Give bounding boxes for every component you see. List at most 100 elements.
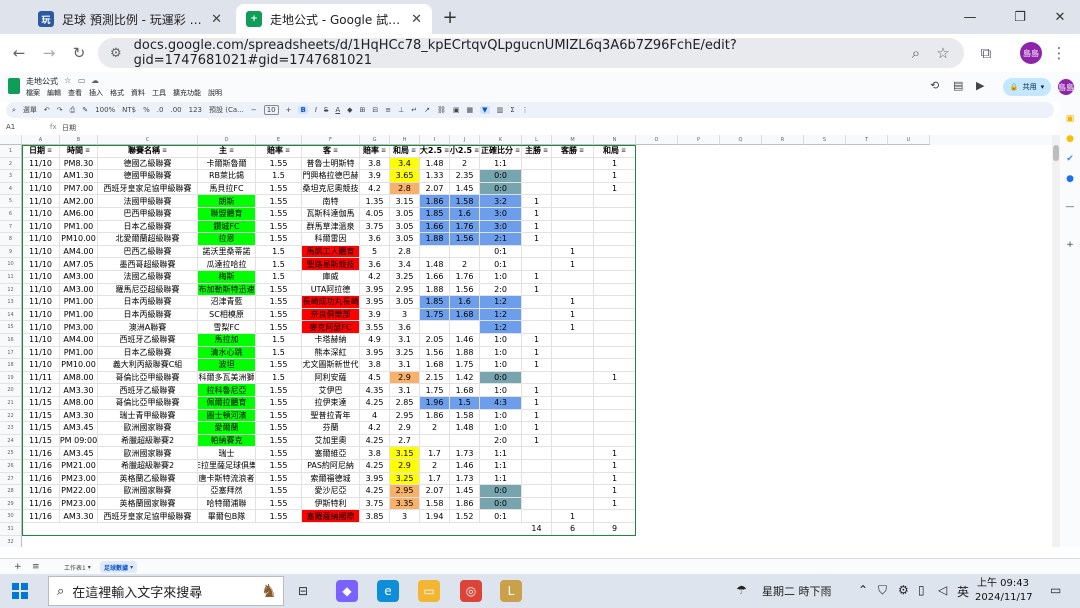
table-cell[interactable]: 4:3 <box>480 397 522 410</box>
table-cell[interactable]: 1 <box>594 497 636 511</box>
row-header[interactable]: 10 <box>0 258 22 271</box>
row-header[interactable]: 13 <box>0 296 22 309</box>
font-size-input[interactable]: 10 <box>263 105 279 115</box>
column-header[interactable]: F <box>302 135 360 145</box>
table-cell[interactable]: 1.88 <box>450 346 480 360</box>
table-cell[interactable]: 1:2 <box>480 308 522 322</box>
table-cell[interactable] <box>522 485 552 498</box>
table-cell[interactable] <box>522 308 552 322</box>
table-cell[interactable]: 1 <box>552 510 594 523</box>
row-header[interactable]: 19 <box>0 371 22 385</box>
table-cell[interactable] <box>594 245 636 259</box>
font-size-increase-button[interactable]: + <box>286 106 292 114</box>
zoom-search-icon[interactable]: ⌕ <box>905 42 927 64</box>
table-cell[interactable]: 1:0 <box>480 409 522 423</box>
table-cell[interactable] <box>594 296 636 309</box>
row-header[interactable]: 17 <box>0 346 22 360</box>
table-cell[interactable]: 門興格拉德巴赫 <box>302 170 360 183</box>
table-cell[interactable] <box>552 157 594 171</box>
table-cell[interactable]: 愛沙尼亞 <box>302 485 360 498</box>
table-cell[interactable]: 1.55 <box>256 397 302 410</box>
table-cell[interactable]: AM4.00 <box>60 245 98 259</box>
table-cell[interactable]: 11/16 <box>22 497 60 511</box>
table-cell[interactable]: PM8.30 <box>60 157 98 171</box>
close-tab-icon[interactable]: ✕ <box>411 12 422 27</box>
table-cell[interactable]: AM3.30 <box>60 384 98 397</box>
table-cell[interactable]: 2.05 <box>420 334 450 347</box>
table-cell[interactable]: 1.7 <box>420 472 450 486</box>
comment-icon[interactable]: ▣ <box>453 106 460 114</box>
table-cell[interactable] <box>522 258 552 271</box>
table-cell[interactable]: 1.55 <box>256 485 302 498</box>
table-cell[interactable]: 1:0 <box>480 384 522 397</box>
table-cell[interactable]: 歐洲國家聯賽 <box>98 422 198 435</box>
table-cell[interactable]: 1.55 <box>256 359 302 372</box>
table-cell[interactable]: 阿利安薩 <box>302 371 360 385</box>
table-cell[interactable]: PM1.00 <box>60 220 98 234</box>
table-cell[interactable]: 桑坦克尼奧競技 <box>302 182 360 196</box>
table-cell[interactable]: 1.55 <box>256 384 302 397</box>
contacts-icon[interactable]: ● <box>1065 174 1075 184</box>
table-cell[interactable]: 墨西哥超級聯賽 <box>98 258 198 271</box>
table-cell[interactable] <box>594 195 636 208</box>
table-cell[interactable]: 11/15 <box>22 397 60 410</box>
table-cell[interactable]: 4.35 <box>360 384 390 397</box>
table-cell[interactable]: 1.42 <box>450 371 480 385</box>
task-view-icon[interactable]: ⊟ <box>292 580 314 602</box>
table-cell[interactable]: PM1.00 <box>60 296 98 309</box>
table-cell[interactable] <box>552 497 594 511</box>
forward-arrow-icon[interactable]: → <box>38 42 60 64</box>
table-cell[interactable] <box>594 409 636 423</box>
row-header[interactable]: 29 <box>0 497 22 511</box>
table-cell[interactable]: 3.05 <box>390 208 420 221</box>
table-cell[interactable]: 1 <box>594 371 636 385</box>
table-cell[interactable]: 3.55 <box>360 321 390 334</box>
table-cell[interactable]: 4.5 <box>360 371 390 385</box>
table-cell[interactable]: 南特 <box>302 195 360 208</box>
table-cell[interactable]: 0:1 <box>480 510 522 523</box>
table-cell[interactable]: 德國乙級聯賽 <box>98 157 198 171</box>
table-cell[interactable]: 1.58 <box>450 409 480 423</box>
share-button[interactable]: 🔒 共用 ▾ <box>1003 78 1051 96</box>
table-cell[interactable]: 3:0 <box>480 220 522 234</box>
table-cell[interactable]: 3 <box>390 308 420 322</box>
table-header-cell[interactable]: 時間 <box>60 145 98 158</box>
table-cell[interactable]: 1 <box>522 195 552 208</box>
table-cell[interactable]: 11/10 <box>22 258 60 271</box>
table-cell[interactable] <box>552 233 594 246</box>
table-cell[interactable]: 日本丙級聯賽 <box>98 308 198 322</box>
profile-avatar[interactable]: 島島 <box>1020 42 1042 64</box>
table-cell[interactable]: 1 <box>552 258 594 271</box>
table-cell[interactable] <box>552 271 594 284</box>
row-header[interactable]: 26 <box>0 460 22 473</box>
table-cell[interactable]: 3.25 <box>390 472 420 486</box>
table-cell[interactable] <box>522 497 552 511</box>
table-cell[interactable]: 1.56 <box>450 283 480 297</box>
table-cell[interactable]: 普魯士明斯特 <box>302 157 360 171</box>
column-header[interactable]: R <box>762 135 804 145</box>
browser-menu-icon[interactable]: ⋮ <box>1048 42 1070 64</box>
row-header[interactable]: 30 <box>0 510 22 523</box>
table-cell[interactable]: 4.2 <box>360 422 390 435</box>
table-cell[interactable]: 馬貝拉FC <box>198 182 256 196</box>
table-cell[interactable]: 1.5 <box>256 334 302 347</box>
table-cell[interactable]: 1:1 <box>480 157 522 171</box>
table-cell[interactable]: 1.73 <box>450 447 480 460</box>
table-cell[interactable] <box>522 460 552 473</box>
table-cell[interactable]: 法國甲級聯賽 <box>98 195 198 208</box>
percent-format-button[interactable]: % <box>143 106 150 114</box>
text-color-button[interactable]: A <box>335 106 340 114</box>
table-cell[interactable]: 11/10 <box>22 182 60 196</box>
table-cell[interactable]: 西班牙乙級聯賽 <box>98 384 198 397</box>
borders-icon[interactable]: ⊞ <box>360 106 366 114</box>
table-cell[interactable]: 麥克阿瑟FC <box>302 321 360 334</box>
document-title[interactable]: 走地公式 <box>26 76 58 87</box>
table-cell[interactable]: 1 <box>522 233 552 246</box>
table-cell[interactable]: 1:1 <box>480 460 522 473</box>
search-menus-icon[interactable]: ⌕ <box>12 106 16 115</box>
table-cell[interactable]: 3.8 <box>360 157 390 171</box>
table-cell[interactable]: 4.25 <box>360 434 390 448</box>
column-header[interactable]: M <box>552 135 594 145</box>
table-cell[interactable]: 1 <box>522 346 552 360</box>
table-cell[interactable]: 0:1 <box>480 245 522 259</box>
